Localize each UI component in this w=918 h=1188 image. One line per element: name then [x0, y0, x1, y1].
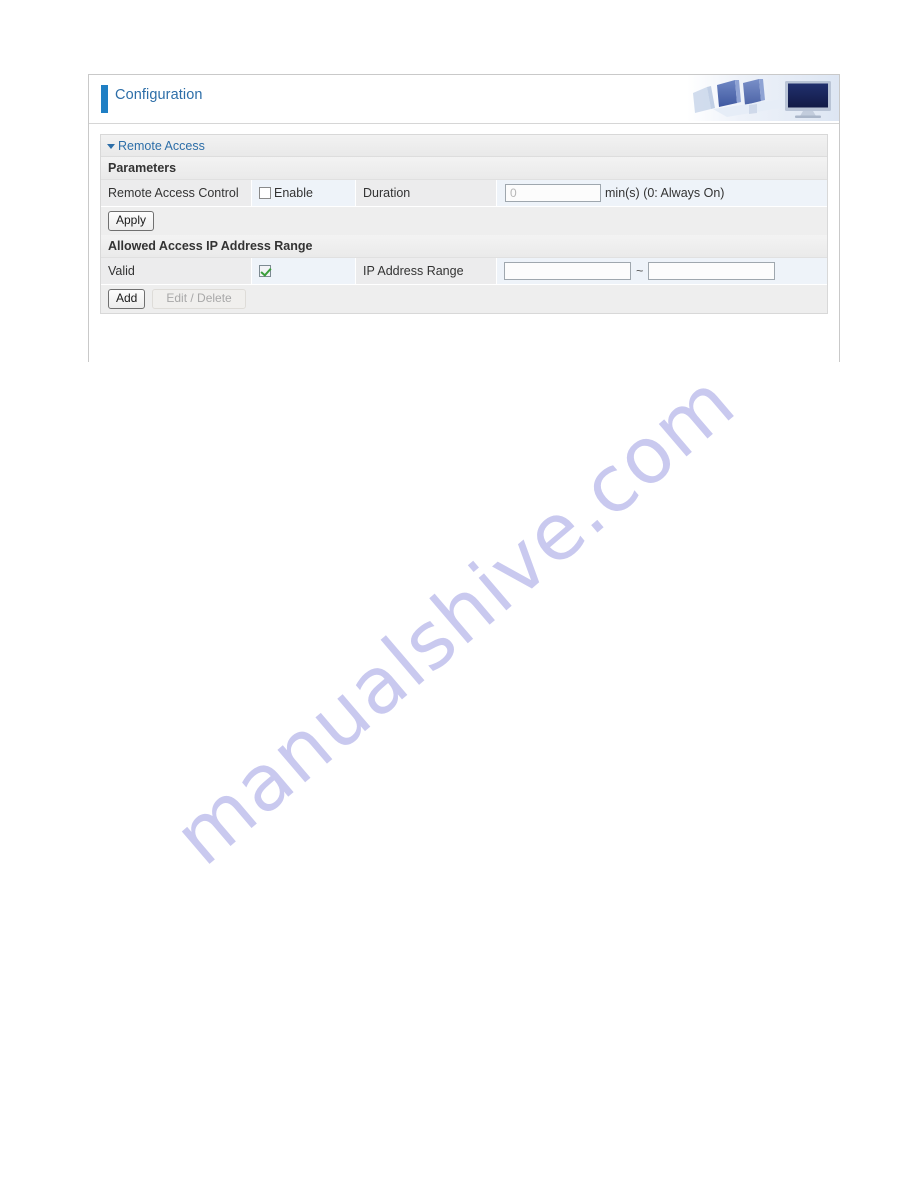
- remote-access-control-label: Remote Access Control: [101, 180, 252, 206]
- section-title-label: Remote Access: [118, 138, 205, 153]
- valid-label: Valid: [101, 258, 252, 284]
- add-button[interactable]: Add: [108, 288, 146, 309]
- valid-checkbox[interactable]: [259, 265, 271, 277]
- apply-button[interactable]: Apply: [108, 210, 155, 231]
- ip-range-separator: ~: [636, 264, 644, 278]
- page-body: Remote Access Parameters Remote Access C…: [89, 124, 839, 362]
- enable-checkbox[interactable]: [259, 187, 271, 199]
- duration-suffix-label: min(s) (0: Always On): [605, 186, 725, 200]
- edit-delete-button: Edit / Delete: [152, 288, 246, 309]
- enable-checkbox-cell[interactable]: Enable: [252, 180, 356, 206]
- duration-input[interactable]: [505, 184, 601, 202]
- page-banner: Configuration: [89, 75, 839, 124]
- page-title: Configuration: [115, 87, 203, 103]
- row-allowed-ip-range: Valid IP Address Range ~: [101, 258, 827, 285]
- section-header-remote-access[interactable]: Remote Access: [101, 135, 827, 157]
- duration-label: Duration: [356, 180, 497, 206]
- group-header-allowed-range: Allowed Access IP Address Range: [101, 235, 827, 258]
- ip-address-range-cell: ~: [497, 258, 827, 284]
- banner-accent-bar: [101, 85, 108, 113]
- parameters-button-bar: Apply: [101, 207, 827, 235]
- ip-address-range-label: IP Address Range: [356, 258, 497, 284]
- group-header-parameters: Parameters: [101, 157, 827, 180]
- row-remote-access-control: Remote Access Control Enable Duration mi…: [101, 180, 827, 207]
- enable-checkbox-label: Enable: [274, 186, 313, 200]
- banner-computers-icon: [687, 75, 839, 121]
- page-watermark: manualshive.com: [157, 357, 753, 883]
- duration-value-cell: min(s) (0: Always On): [497, 180, 827, 206]
- ip-range-start-input[interactable]: [504, 262, 631, 280]
- triangle-down-icon: [107, 143, 115, 149]
- valid-checkbox-cell[interactable]: [252, 258, 356, 284]
- group-title-parameters: Parameters: [108, 161, 177, 175]
- ip-range-end-input[interactable]: [648, 262, 776, 280]
- allowed-range-button-bar: Add Edit / Delete: [101, 285, 827, 313]
- configuration-page-frame: Configuration Remote Access Parameters R…: [88, 74, 840, 362]
- remote-access-panel: Remote Access Parameters Remote Access C…: [100, 134, 828, 314]
- group-title-allowed-range: Allowed Access IP Address Range: [108, 239, 313, 253]
